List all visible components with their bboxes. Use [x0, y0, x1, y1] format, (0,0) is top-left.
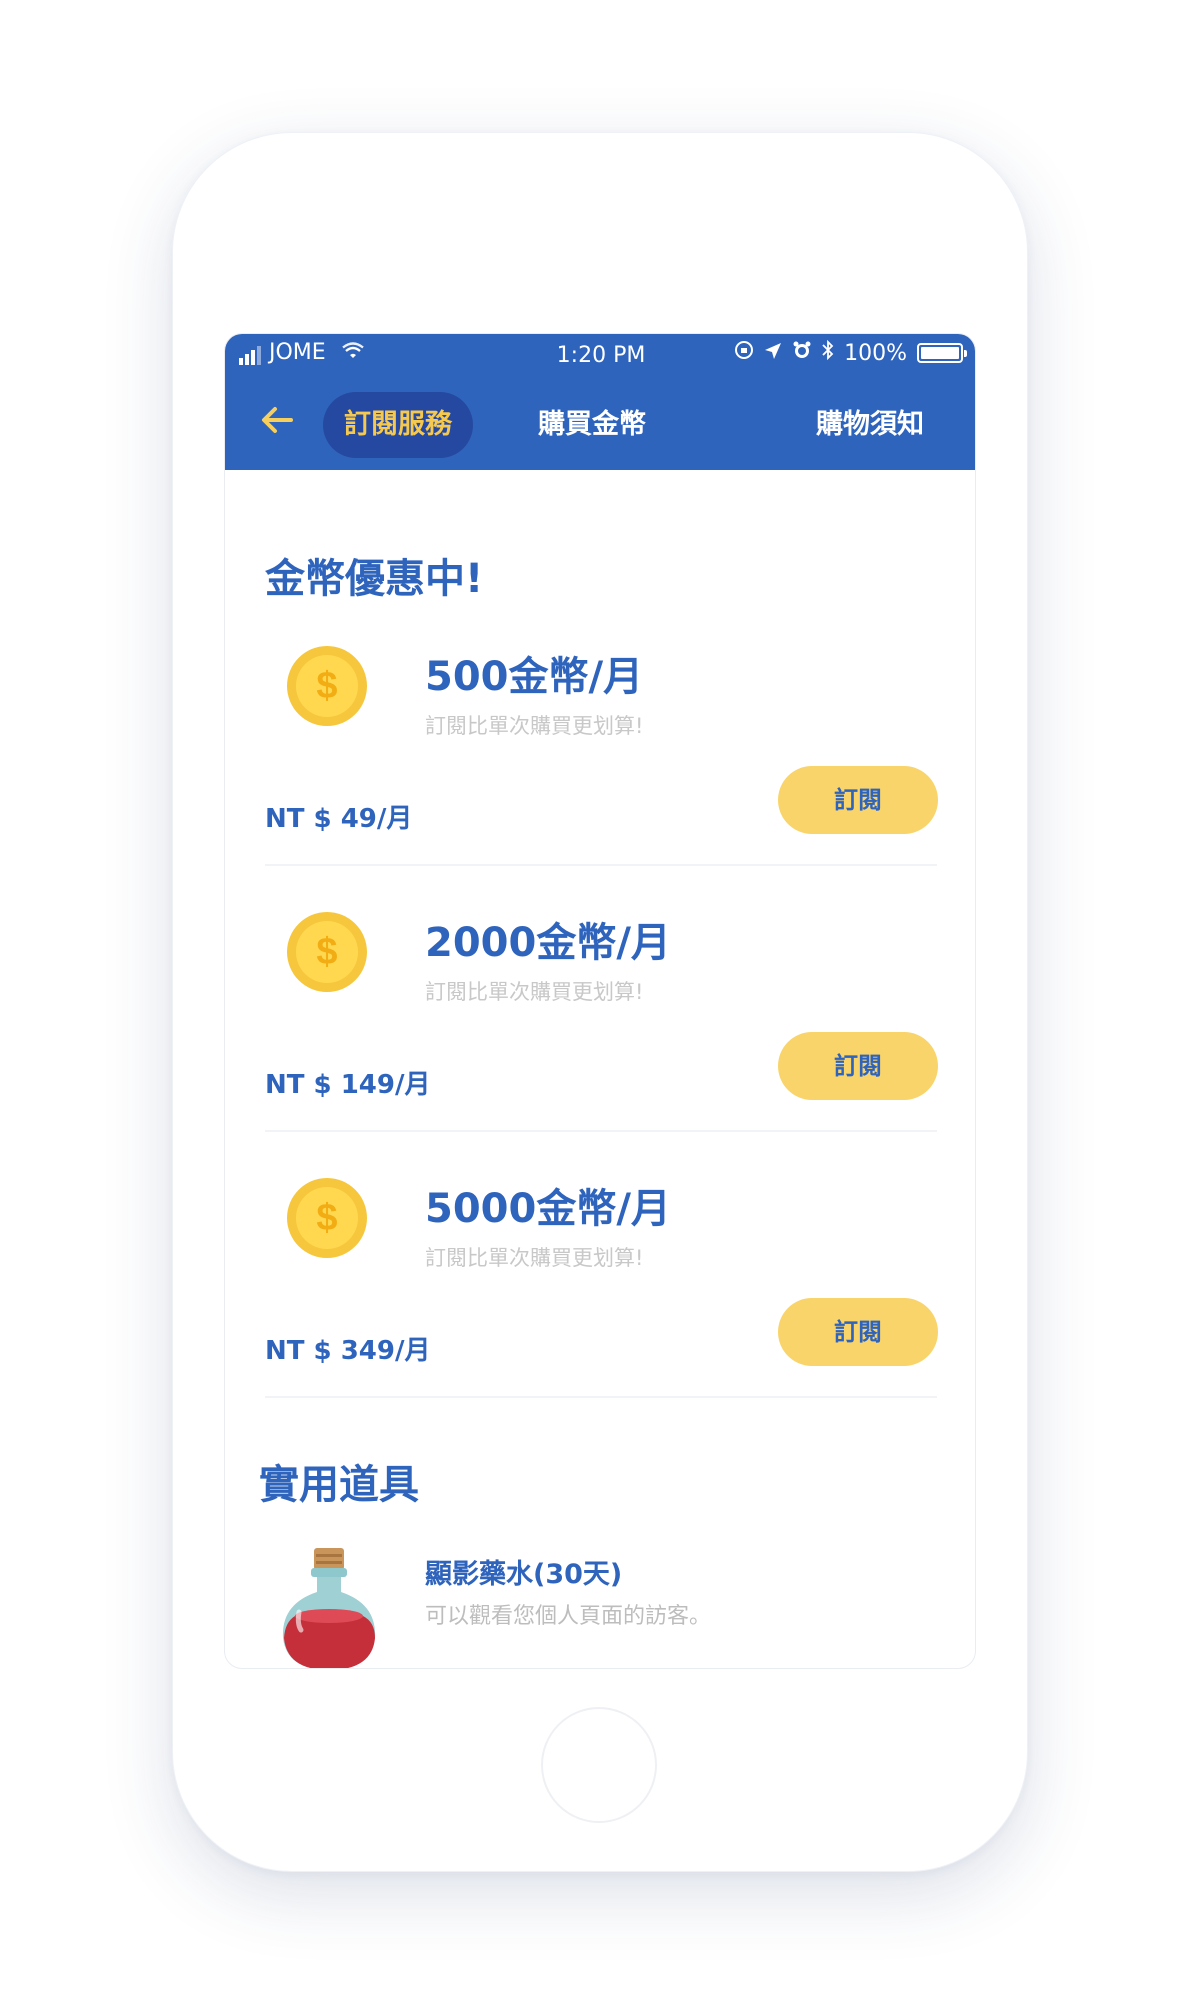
coin-icon: $: [287, 646, 367, 726]
app-screen: JOME 1:20 PM 100% 訂閱服務 購買金幣 購物須知 金幣優惠中! …: [224, 333, 976, 1669]
plan-price: NT $ 49/月: [265, 804, 413, 834]
status-icons: 100%: [734, 339, 967, 366]
potion-icon: [275, 1546, 385, 1668]
location-icon: [764, 341, 782, 366]
item-title: 顯影藥水(30天): [425, 1559, 623, 1590]
section-title-coins: 金幣優惠中!: [265, 556, 484, 602]
battery-percent: 100%: [844, 340, 907, 366]
plan-desc: 訂閱比單次購買更划算!: [425, 714, 644, 738]
plan-price: NT $ 349/月: [265, 1336, 431, 1366]
tab-shopping-notes[interactable]: 購物須知: [795, 392, 945, 458]
subscribe-button[interactable]: 訂閱: [778, 1032, 938, 1100]
home-button[interactable]: [541, 1707, 657, 1823]
battery-icon: [917, 343, 967, 363]
item-desc: 可以觀看您個人頁面的訪客。: [425, 1604, 712, 1629]
back-arrow-icon[interactable]: [257, 400, 297, 440]
plan-desc: 訂閱比單次購買更划算!: [425, 1246, 644, 1270]
plan-desc: 訂閱比單次購買更划算!: [425, 980, 644, 1004]
subscribe-button[interactable]: 訂閱: [778, 1298, 938, 1366]
lock-rotation-icon: [734, 340, 754, 366]
alarm-icon: [792, 340, 812, 366]
plan-title: 500金幣/月: [425, 654, 644, 700]
subscribe-button[interactable]: 訂閱: [778, 766, 938, 834]
status-bar: JOME 1:20 PM 100%: [225, 334, 975, 378]
coin-icon: $: [287, 912, 367, 992]
top-bar: JOME 1:20 PM 100% 訂閱服務 購買金幣 購物須知: [225, 334, 975, 470]
plan-title: 2000金幣/月: [425, 920, 671, 966]
coin-icon: $: [287, 1178, 367, 1258]
section-title-tools: 實用道具: [259, 1462, 419, 1508]
bluetooth-icon: [822, 339, 834, 366]
divider: [265, 1130, 937, 1132]
divider: [265, 864, 937, 866]
tab-subscription[interactable]: 訂閱服務: [323, 392, 473, 458]
divider: [265, 1396, 937, 1398]
plan-price: NT $ 149/月: [265, 1070, 431, 1100]
tab-buy-coins[interactable]: 購買金幣: [517, 392, 667, 458]
plan-title: 5000金幣/月: [425, 1186, 671, 1232]
